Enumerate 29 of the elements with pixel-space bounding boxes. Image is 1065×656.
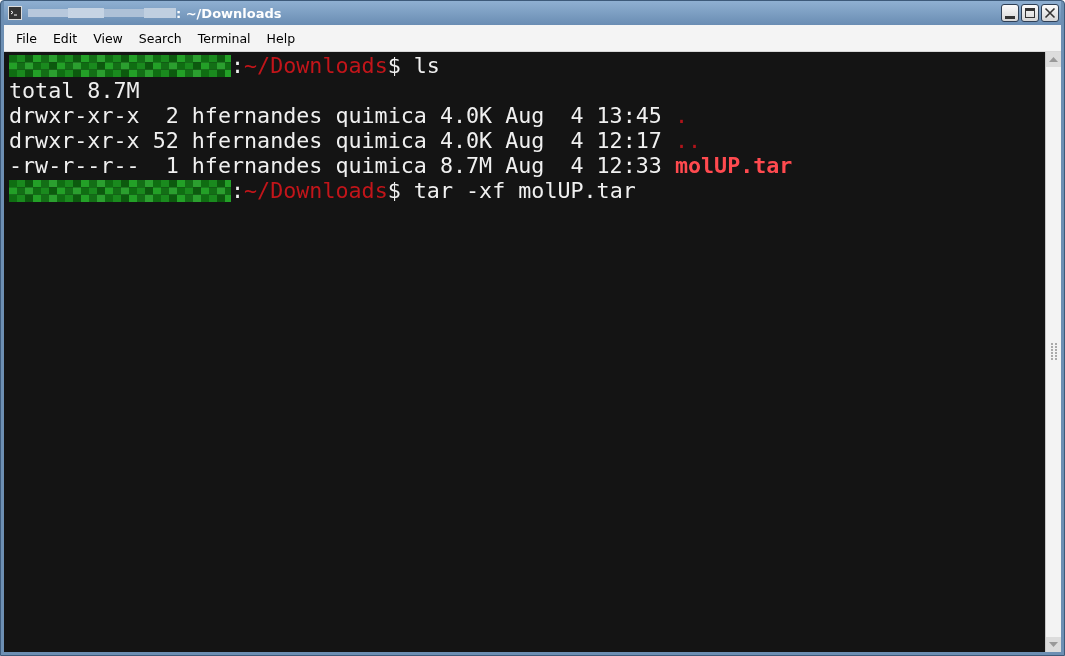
menu-item[interactable]: Edit bbox=[44, 30, 86, 46]
terminal-text: -rw-r--r-- 1 hfernandes quimica 8.7M Aug 4 12:33 bbox=[9, 153, 663, 178]
menu-item[interactable]: Terminal bbox=[189, 30, 259, 46]
terminal-icon bbox=[8, 6, 22, 20]
grip-icon bbox=[1049, 343, 1058, 361]
terminal-text: : bbox=[231, 53, 245, 78]
terminal-text: : bbox=[231, 178, 245, 203]
archive-file-name: molUP.tar bbox=[674, 153, 793, 178]
menu-item[interactable]: File bbox=[8, 30, 45, 46]
terminal-text: drwxr-xr-x 2 hfernandes quimica 4.0K Aug 4 13:45 bbox=[9, 103, 663, 128]
terminal-text: total 8.7M bbox=[9, 78, 140, 103]
minimize-button[interactable] bbox=[1001, 4, 1019, 22]
terminal-text: $ ls bbox=[387, 53, 440, 78]
terminal-text: $ tar -xf molUP.tar bbox=[387, 178, 636, 203]
maximize-button[interactable] bbox=[1021, 4, 1039, 22]
menu-item[interactable]: Search bbox=[130, 30, 190, 46]
prompt-path: ~/Downloads bbox=[244, 53, 388, 78]
close-icon bbox=[1044, 7, 1056, 19]
directory-name: . bbox=[674, 103, 688, 128]
prompt-path: ~/Downloads bbox=[244, 178, 388, 203]
window-title: : ~/Downloads bbox=[176, 5, 282, 21]
directory-name: .. bbox=[674, 128, 702, 153]
minimize-icon bbox=[1005, 15, 1015, 19]
terminal-text: drwxr-xr-x 52 hfernandes quimica 4.0K Aug 4 12:17 bbox=[9, 128, 663, 153]
maximize-icon bbox=[1024, 7, 1036, 19]
menu-item[interactable]: View bbox=[85, 30, 131, 46]
menu-item[interactable]: Help bbox=[258, 30, 304, 46]
close-button[interactable] bbox=[1041, 4, 1059, 22]
terminal-area[interactable] bbox=[4, 52, 1045, 652]
